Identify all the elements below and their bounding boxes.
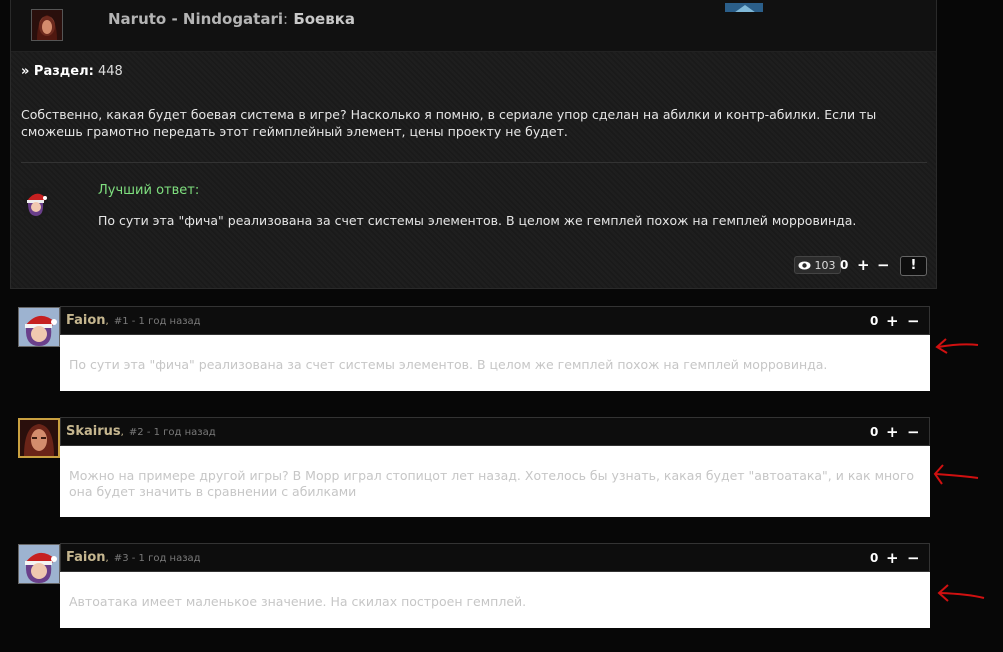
comment-upvote-button[interactable]: +: [886, 551, 899, 566]
comment-body: Можно на примере другой игры? В Морр игр…: [60, 446, 930, 517]
comment-avatar[interactable]: [18, 418, 60, 458]
comment-meta: #1 - 1 год назад: [113, 316, 201, 327]
red-arrow-annotation-icon: [930, 462, 980, 486]
comment-author-line: Skairus, #2 - 1 год назад: [66, 420, 216, 439]
red-arrow-annotation-icon: [934, 582, 986, 604]
question-downvote-button[interactable]: −: [877, 258, 890, 273]
comment-downvote-button[interactable]: −: [907, 551, 920, 566]
comment-body: По сути эта "фича" реализована за счет с…: [60, 335, 930, 391]
comment-score: 0: [870, 314, 879, 328]
best-answer-label: Лучший ответ:: [98, 183, 200, 198]
best-answer-avatar[interactable]: [24, 188, 48, 216]
section-info: » Раздел: 448: [21, 64, 123, 79]
eye-icon: [798, 261, 811, 270]
topic-title: Боевка: [293, 10, 356, 28]
comment-avatar[interactable]: [18, 307, 60, 347]
comment-body: Автоатака имеет маленькое значение. На с…: [60, 572, 930, 628]
game-title-link[interactable]: Naruto - Nindogatari: [108, 10, 283, 28]
report-button[interactable]: !: [900, 256, 927, 276]
comment-meta: #3 - 1 год назад: [113, 553, 201, 564]
comment-downvote-button[interactable]: −: [907, 314, 920, 329]
views-count: 103: [814, 259, 836, 272]
santa-hat-avatar-icon: [19, 545, 59, 583]
comma: ,: [105, 553, 109, 564]
comment-score: 0: [870, 425, 879, 439]
author-avatar[interactable]: [31, 9, 63, 41]
comment-upvote-button[interactable]: +: [886, 314, 899, 329]
comment-upvote-button[interactable]: +: [886, 425, 899, 440]
comment-avatar[interactable]: [18, 544, 60, 584]
comma: ,: [105, 316, 109, 327]
comment-author[interactable]: Skairus: [66, 424, 121, 439]
comment-author-line: Faion, #3 - 1 год назад: [66, 546, 201, 565]
divider: [21, 162, 927, 163]
title-separator: :: [283, 10, 289, 28]
comment-author[interactable]: Faion: [66, 550, 106, 565]
views-counter: 103: [794, 256, 841, 274]
comment-meta: #2 - 1 год назад: [128, 427, 216, 438]
section-value: 448: [97, 64, 123, 79]
game-logo-icon[interactable]: [725, 0, 763, 12]
comment-score: 0: [870, 551, 879, 565]
section-label: » Раздел:: [21, 64, 94, 79]
comment-downvote-button[interactable]: −: [907, 425, 920, 440]
question-panel: [10, 0, 937, 289]
best-answer-text: По сути эта "фича" реализована за счет с…: [98, 213, 857, 228]
page-title: Naruto - Nindogatari: Боевка: [108, 10, 355, 28]
avatar-portrait-icon: [20, 420, 58, 456]
question-score: 0: [840, 258, 849, 272]
comment-author[interactable]: Faion: [66, 313, 106, 328]
question-body: Собственно, какая будет боевая система в…: [21, 107, 877, 139]
avatar-portrait-icon: [32, 10, 62, 40]
red-arrow-annotation-icon: [932, 335, 980, 355]
comment-author-line: Faion, #1 - 1 год назад: [66, 309, 201, 328]
question-upvote-button[interactable]: +: [857, 258, 870, 273]
santa-hat-avatar-icon: [24, 188, 48, 216]
comma: ,: [120, 427, 124, 438]
santa-hat-avatar-icon: [19, 308, 59, 346]
